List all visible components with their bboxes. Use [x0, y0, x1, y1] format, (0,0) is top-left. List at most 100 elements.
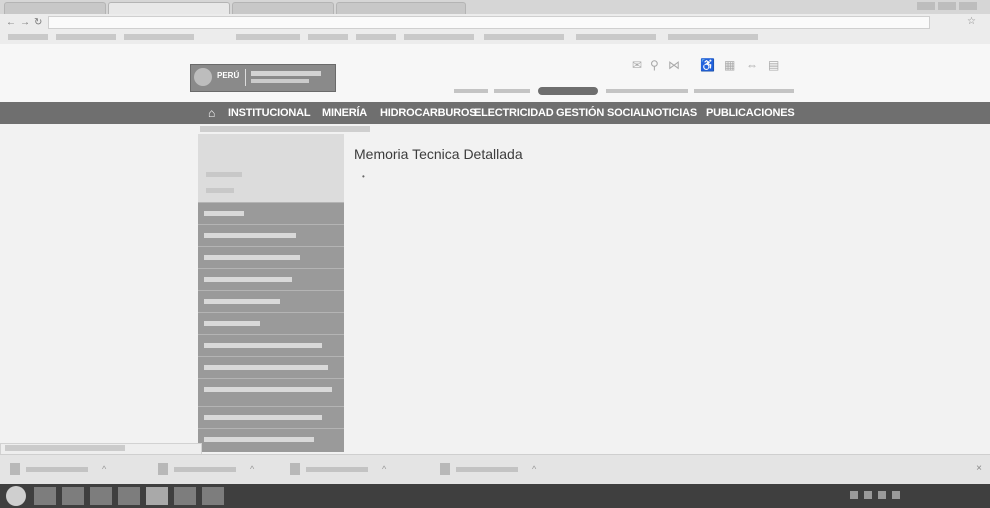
nav-item-publicaciones[interactable]: PUBLICACIONES [706, 107, 795, 119]
bookmark-item[interactable] [124, 34, 194, 40]
sidebar-menu [198, 202, 344, 452]
status-url [5, 445, 125, 451]
utility-link[interactable] [694, 89, 794, 93]
browser-tab-bar [0, 0, 990, 15]
download-item[interactable]: ^ [440, 463, 550, 477]
utility-link[interactable] [606, 89, 688, 93]
bookmark-item[interactable] [308, 34, 348, 40]
nav-item-institucional[interactable]: INSTITUCIONAL [228, 107, 311, 119]
page-title: Memoria Tecnica Detallada [354, 146, 523, 162]
forward-arrow-icon[interactable]: → [20, 17, 30, 28]
sidebar-menu-item[interactable] [198, 290, 344, 313]
logo-country: PERÚ [217, 71, 240, 80]
download-name [306, 467, 368, 472]
url-input[interactable] [48, 16, 930, 29]
share-icon[interactable]: ⋈ [668, 58, 680, 72]
back-arrow-icon[interactable]: ← [6, 17, 16, 28]
reload-icon[interactable]: ↻ [34, 17, 42, 28]
bookmark-item[interactable] [56, 34, 116, 40]
download-name [26, 467, 88, 472]
sidebar-menu-label [204, 277, 292, 282]
sidebar-top-link[interactable] [206, 188, 234, 193]
home-icon[interactable]: ⌂ [208, 106, 215, 120]
sidebar-menu-label [204, 299, 280, 304]
nav-item-mineria[interactable]: MINERÍA [322, 107, 367, 119]
excel-icon[interactable] [90, 487, 112, 505]
bookmark-item[interactable] [8, 34, 48, 40]
search-icon[interactable]: ⚲ [650, 58, 659, 72]
logo-name-line2 [251, 79, 309, 83]
nav-item-hidrocarburos[interactable]: HIDROCARBUROS [380, 107, 477, 119]
bookmark-item[interactable] [404, 34, 474, 40]
close-window-button[interactable] [959, 2, 977, 10]
chevron-up-icon[interactable]: ^ [382, 464, 386, 474]
sidebar-menu-item[interactable] [198, 246, 344, 269]
language-icon[interactable] [850, 491, 858, 499]
utility-pill-button[interactable] [538, 87, 598, 95]
card-icon[interactable]: ▤ [768, 58, 779, 72]
sidebar-menu-item[interactable] [198, 312, 344, 335]
pdf-reader-icon[interactable] [202, 487, 224, 505]
nav-item-electricidad[interactable]: ELECTRICIDAD [474, 107, 554, 119]
site-logo[interactable]: PERÚ [190, 64, 336, 92]
file-icon [10, 463, 20, 475]
network-icon[interactable] [864, 491, 872, 499]
sidebar-menu-item[interactable] [198, 406, 344, 429]
bookmark-item[interactable] [236, 34, 300, 40]
flag-icon[interactable] [878, 491, 886, 499]
download-item[interactable]: ^ [290, 463, 400, 477]
utility-link[interactable] [454, 89, 488, 93]
sidebar-menu-item[interactable] [198, 334, 344, 357]
download-name [174, 467, 236, 472]
system-tray [846, 487, 986, 505]
sidebar-menu-item[interactable] [198, 428, 344, 451]
mail-icon[interactable]: ✉ [632, 58, 642, 72]
download-bar: ^ ^ ^ ^ × [0, 454, 990, 485]
site-header: PERÚ ✉ ⚲ ⋈ ♿ ▦ ⇔ ▤ [0, 44, 990, 102]
maximize-button[interactable] [938, 2, 956, 10]
sidebar-top-link[interactable] [206, 172, 242, 177]
sidebar-menu-label [204, 321, 260, 326]
minimize-button[interactable] [917, 2, 935, 10]
link-icon[interactable]: ⇔ [746, 58, 758, 72]
file-icon [158, 463, 168, 475]
sidebar-menu-label [204, 437, 314, 442]
chrome-icon[interactable] [146, 487, 168, 505]
calculator-icon[interactable] [118, 487, 140, 505]
sidebar-menu-label [204, 343, 322, 348]
sidebar-menu-item[interactable] [198, 356, 344, 379]
sidebar-menu-label [204, 387, 332, 392]
bookmark-item[interactable] [576, 34, 656, 40]
download-item[interactable]: ^ [158, 463, 268, 477]
download-item[interactable]: ^ [10, 463, 120, 477]
volume-icon[interactable] [892, 491, 900, 499]
folder-icon[interactable] [62, 487, 84, 505]
breadcrumb[interactable] [200, 126, 370, 132]
sidebar-menu-item[interactable] [198, 378, 344, 407]
media-player-icon[interactable] [174, 487, 196, 505]
nav-item-gestion-social[interactable]: GESTIÓN SOCIAL [556, 107, 648, 119]
main-nav: ⌂ INSTITUCIONAL MINERÍA HIDROCARBUROS EL… [0, 102, 990, 124]
bookmark-item[interactable] [356, 34, 396, 40]
bookmark-star-icon[interactable]: ☆ [967, 16, 976, 27]
close-icon[interactable]: × [976, 463, 982, 474]
sidebar-top-panel [198, 134, 344, 202]
bookmark-item[interactable] [668, 34, 758, 40]
grid-icon[interactable]: ▦ [724, 58, 735, 72]
bookmark-item[interactable] [484, 34, 564, 40]
ie-icon[interactable] [34, 487, 56, 505]
chevron-up-icon[interactable]: ^ [532, 464, 536, 474]
chevron-up-icon[interactable]: ^ [250, 464, 254, 474]
utility-link[interactable] [494, 89, 530, 93]
start-button[interactable] [6, 486, 26, 506]
sidebar-menu-item[interactable] [198, 224, 344, 247]
window-controls [914, 2, 984, 12]
sidebar-menu-item[interactable] [198, 268, 344, 291]
bookmarks-bar [0, 30, 990, 45]
sidebar-menu-label [204, 255, 300, 260]
file-icon [290, 463, 300, 475]
sidebar-menu-item[interactable] [198, 202, 344, 225]
nav-item-noticias[interactable]: NOTICIAS [646, 107, 697, 119]
accessibility-icon[interactable]: ♿ [700, 58, 715, 72]
chevron-up-icon[interactable]: ^ [102, 464, 106, 474]
